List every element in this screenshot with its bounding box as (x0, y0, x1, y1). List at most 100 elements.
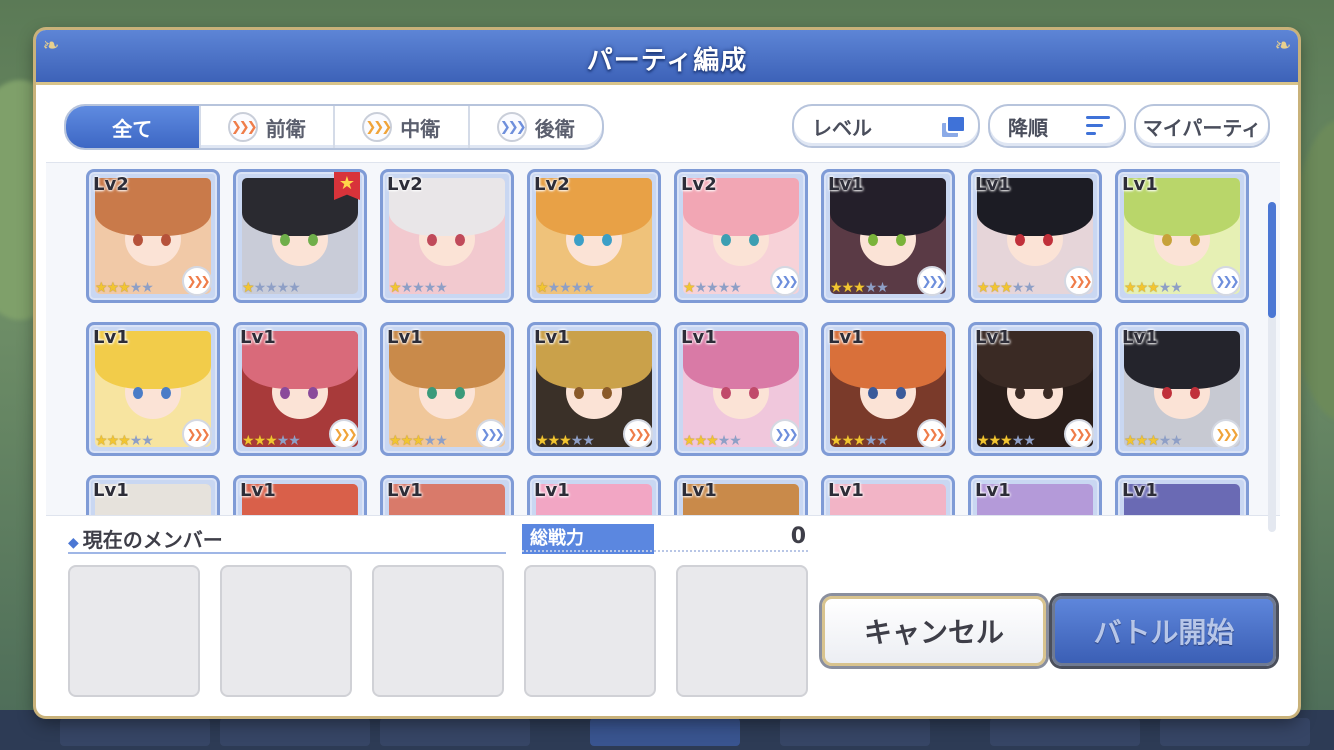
sort-field-button[interactable]: レベル (792, 104, 980, 148)
unit-card[interactable]: Lv1 ★★★★★ ❯❯❯ (1115, 169, 1249, 303)
unit-card[interactable]: Lv1 ★★★★★ ❯❯❯ (821, 169, 955, 303)
member-slot-3[interactable] (372, 565, 504, 697)
filter-tab-label: 中衛 (400, 116, 441, 141)
star-icon: ★ (683, 433, 696, 449)
cancel-button[interactable]: キャンセル (822, 596, 1046, 666)
star-icon: ★ (1124, 280, 1137, 296)
unit-card[interactable]: Lv2 ★★★★★ ❯❯❯ (674, 169, 808, 303)
filter-tab-3[interactable]: ❯❯❯ 後衛 (470, 106, 603, 148)
filter-tab-label: 全て (112, 116, 153, 141)
unit-grid[interactable]: Lv2 ★★★★★ ❯❯❯ ★★★★★ ★ Lv2 ★★★★★ Lv2 ★★★★★ Lv2 ★★★★… (46, 162, 1280, 516)
star-rating: ★★★★★ (683, 433, 742, 449)
grid-scrollbar[interactable] (1268, 202, 1276, 532)
unit-level: Lv1 (240, 327, 276, 348)
unit-card[interactable]: Lv1 ★★★★★ ❯❯❯ (527, 322, 661, 456)
star-rating: ★★★★★ (977, 280, 1036, 296)
total-power-divider (522, 550, 808, 552)
member-slot-2[interactable] (220, 565, 352, 697)
unit-level: Lv1 (681, 480, 717, 501)
scrollbar-thumb[interactable] (1268, 202, 1276, 318)
unit-card[interactable]: ★★★★★ ★ (233, 169, 367, 303)
unit-card[interactable]: Lv1 (1115, 475, 1249, 515)
unit-card[interactable]: Lv2 ★★★★★ ❯❯❯ (86, 169, 220, 303)
star-icon: ★ (694, 280, 708, 296)
star-icon: ★ (853, 280, 866, 296)
star-icon: ★ (1147, 280, 1160, 296)
star-icon: ★ (547, 433, 561, 449)
unit-card[interactable]: Lv1 (86, 475, 220, 515)
star-icon: ★ (536, 433, 549, 449)
current-members-header: ◆ 現在のメンバー (68, 524, 506, 554)
unit-card[interactable]: Lv1 (233, 475, 367, 515)
portrait-eye (280, 387, 290, 399)
star-icon: ★ (1124, 433, 1137, 449)
unit-portrait (389, 178, 505, 294)
filter-tab-1[interactable]: ❯❯❯ 前衛 (201, 106, 335, 148)
star-icon: ★ (570, 280, 584, 296)
star-icon: ★ (106, 433, 120, 449)
front-position-icon: ❯❯❯ (182, 419, 212, 449)
front-position-icon: ❯❯❯ (1064, 419, 1094, 449)
portrait-eye (427, 234, 437, 246)
star-icon: ★ (1023, 433, 1036, 449)
unit-card[interactable]: Lv1 (821, 475, 955, 515)
portrait-eye (1015, 387, 1025, 399)
star-rating: ★★★★★ (1124, 433, 1183, 449)
unit-card[interactable]: Lv1 ★★★★★ ❯❯❯ (968, 322, 1102, 456)
unit-level: Lv2 (93, 174, 129, 195)
unit-card[interactable]: Lv1 ★★★★★ ❯❯❯ (821, 322, 955, 456)
star-icon: ★ (1011, 433, 1025, 449)
unit-card[interactable]: Lv1 ★★★★★ ❯❯❯ (674, 322, 808, 456)
unit-level: Lv1 (975, 480, 1011, 501)
unit-level: Lv1 (975, 327, 1011, 348)
portrait-eye (308, 387, 318, 399)
unit-card[interactable]: Lv2 ★★★★★ (380, 169, 514, 303)
star-icon: ★ (1135, 280, 1149, 296)
star-icon: ★ (129, 433, 143, 449)
portrait-eye (1015, 234, 1025, 246)
background-menu-bar (0, 710, 1334, 750)
filter-tab-2[interactable]: ❯❯❯ 中衛 (335, 106, 470, 148)
unit-card[interactable]: Lv1 (674, 475, 808, 515)
filter-tab-0[interactable]: 全て (66, 106, 201, 148)
layers-icon (940, 115, 966, 139)
member-slot-1[interactable] (68, 565, 200, 697)
star-icon: ★ (141, 433, 154, 449)
unit-card[interactable]: Lv1 (380, 475, 514, 515)
portrait-eye (1162, 387, 1172, 399)
unit-card[interactable]: Lv1 ★★★★★ ❯❯❯ (86, 322, 220, 456)
unit-card[interactable]: Lv1 (968, 475, 1102, 515)
star-icon: ★ (570, 433, 584, 449)
member-slot-5[interactable] (676, 565, 808, 697)
star-icon: ★ (683, 280, 696, 296)
my-party-button[interactable]: マイパーティ (1134, 104, 1270, 148)
unit-card[interactable]: Lv1 ★★★★★ ❯❯❯ (233, 322, 367, 456)
member-slot-4[interactable] (524, 565, 656, 697)
star-icon: ★ (400, 433, 414, 449)
unit-card[interactable]: Lv1 (527, 475, 661, 515)
star-icon: ★ (276, 280, 290, 296)
back-position-icon: ❯❯❯ (476, 419, 506, 449)
star-rating: ★★★★★ (242, 280, 301, 296)
portrait-eye (161, 234, 171, 246)
portrait-eye (749, 387, 759, 399)
portrait-eye (896, 387, 906, 399)
portrait-eye (868, 387, 878, 399)
unit-card[interactable]: Lv1 ★★★★★ ❯❯❯ (1115, 322, 1249, 456)
dialog-header: ❧ パーティ編成 ❧ (36, 30, 1298, 85)
portrait-eye (721, 234, 731, 246)
unit-card[interactable]: Lv1 ★★★★★ ❯❯❯ (380, 322, 514, 456)
mid-position-icon: ❯❯❯ (1211, 419, 1241, 449)
star-icon: ★ (276, 433, 290, 449)
portrait-eye (1190, 387, 1200, 399)
sort-order-button[interactable]: 降順 (988, 104, 1126, 148)
unit-card[interactable]: Lv2 ★★★★★ (527, 169, 661, 303)
star-icon: ★ (129, 280, 143, 296)
unit-card[interactable]: Lv1 ★★★★★ ❯❯❯ (968, 169, 1102, 303)
star-icon: ★ (1158, 280, 1172, 296)
battle-start-button[interactable]: バトル開始 (1052, 596, 1276, 666)
star-icon: ★ (1170, 433, 1183, 449)
star-icon: ★ (717, 280, 731, 296)
portrait-eye (602, 234, 612, 246)
star-rating: ★★★★★ (389, 280, 448, 296)
